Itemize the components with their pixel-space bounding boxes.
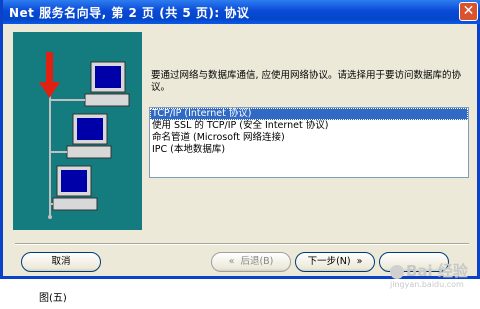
cancel-button-label: 取消 bbox=[51, 256, 71, 267]
protocol-listbox[interactable]: TCP/IP (Internet 协议) 使用 SSL 的 TCP/IP (安全… bbox=[149, 107, 469, 178]
watermark-text: Bai 经验 bbox=[406, 262, 468, 280]
network-illustration bbox=[13, 32, 142, 230]
chevron-left-icon: « bbox=[228, 256, 235, 267]
list-item[interactable]: 命名管道 (Microsoft 网络连接) bbox=[150, 132, 468, 144]
paw-icon bbox=[390, 264, 404, 279]
divider bbox=[15, 243, 469, 245]
title-bar[interactable]: Net 服务名向导, 第 2 页 (共 5 页): 协议 ✕ bbox=[3, 0, 480, 24]
next-button-label: 下一步(N) bbox=[307, 256, 351, 267]
computer-icon bbox=[50, 165, 98, 211]
list-item[interactable]: TCP/IP (Internet 协议) bbox=[150, 108, 468, 120]
protocol-prompt: 要通过网络与数据库通信, 应使用网络协议。请选择用于要访问数据库的协议。 bbox=[151, 70, 462, 93]
back-button-label: 后退(B) bbox=[240, 256, 274, 267]
chevron-right-icon: » bbox=[356, 256, 363, 267]
window-title: Net 服务名向导, 第 2 页 (共 5 页): 协议 bbox=[9, 6, 250, 20]
back-button[interactable]: « 后退(B) bbox=[211, 252, 291, 272]
watermark-url: jingyan.baidu.com bbox=[390, 280, 464, 289]
figure-caption: 图(五) bbox=[39, 293, 67, 304]
computer-icon bbox=[50, 61, 130, 107]
computer-icon bbox=[50, 113, 112, 159]
close-icon: ✕ bbox=[462, 3, 475, 19]
next-button[interactable]: 下一步(N) » bbox=[295, 252, 375, 272]
wizard-window: Net 服务名向导, 第 2 页 (共 5 页): 协议 ✕ 要通过网络与数据库… bbox=[0, 0, 480, 279]
watermark: Bai 经验 jingyan.baidu.com bbox=[390, 262, 480, 302]
close-button[interactable]: ✕ bbox=[459, 2, 478, 21]
cancel-button[interactable]: 取消 bbox=[21, 252, 101, 272]
list-item[interactable]: IPC (本地数据库) bbox=[150, 144, 468, 156]
network-diagram-icon bbox=[39, 52, 130, 219]
list-item[interactable]: 使用 SSL 的 TCP/IP (安全 Internet 协议) bbox=[150, 120, 468, 132]
